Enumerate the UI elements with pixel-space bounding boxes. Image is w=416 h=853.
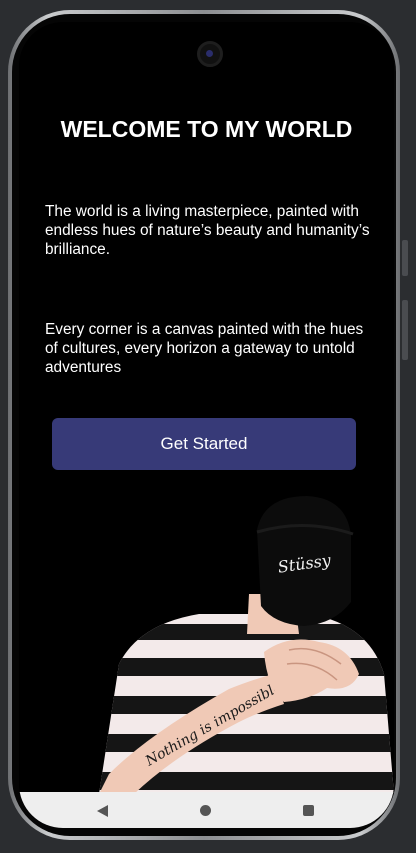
recents-square-icon[interactable] [303, 805, 314, 816]
power-button [402, 300, 408, 360]
secondary-paragraph: Every corner is a canvas painted with th… [45, 321, 364, 376]
intro-paragraph: The world is a living masterpiece, paint… [45, 203, 370, 258]
front-camera [197, 41, 223, 67]
page-title: WELCOME TO MY WORLD [60, 116, 353, 142]
back-triangle-icon[interactable] [97, 805, 108, 817]
volume-button [402, 240, 408, 276]
app-screen: WELCOME TO MY WORLD The world is a livin… [19, 22, 394, 828]
home-circle-icon[interactable] [200, 805, 211, 816]
system-nav-bar [19, 792, 394, 828]
hero-illustration: Stüssy Nothing is impossible [99, 496, 394, 794]
get-started-button[interactable]: Get Started [52, 418, 356, 470]
